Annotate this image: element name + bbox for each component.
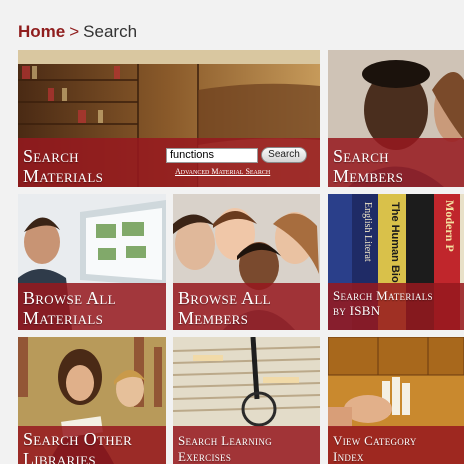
spine-text: The Human Bio [389, 202, 401, 283]
browse-all-members-tile[interactable]: Browse All Members [173, 194, 320, 330]
view-category-index-title: View Category Index [333, 433, 417, 464]
spine-text: English Literat [362, 202, 373, 262]
spine-text: Modern P [443, 200, 457, 252]
search-other-libraries-title: Search Other Libraries [23, 429, 133, 464]
view-category-index-tile[interactable]: View Category Index [328, 337, 464, 464]
breadcrumb: Home > Search [18, 22, 137, 42]
search-other-libraries-tile[interactable]: Search Other Libraries [18, 337, 166, 464]
browse-all-materials-title: Browse All Materials [23, 288, 116, 328]
search-button[interactable]: Search [261, 147, 307, 163]
browse-all-materials-tile[interactable]: Browse All Materials [18, 194, 166, 330]
search-materials-by-isbn-title: Search Materials by ISBN [333, 288, 433, 318]
breadcrumb-current: Search [83, 22, 138, 41]
breadcrumb-separator: > [69, 22, 80, 41]
search-learning-exercises-tile[interactable]: Search Learning Exercises [173, 337, 320, 464]
search-materials-tile[interactable]: Search Materials functions Search Advanc… [18, 50, 320, 187]
search-members-title: Search Members [333, 146, 404, 186]
browse-all-members-title: Browse All Members [178, 288, 271, 328]
search-learning-exercises-title: Search Learning Exercises [178, 433, 272, 464]
search-materials-title: Search Materials [23, 146, 104, 186]
search-materials-by-isbn-tile[interactable]: English Literat The Human Bio Modern P S… [328, 194, 464, 330]
advanced-material-search-link[interactable]: Advanced Material Search [175, 167, 270, 176]
search-members-tile[interactable]: Search Members [328, 50, 464, 187]
breadcrumb-home-link[interactable]: Home [18, 22, 65, 41]
search-materials-input[interactable]: functions [166, 148, 258, 163]
